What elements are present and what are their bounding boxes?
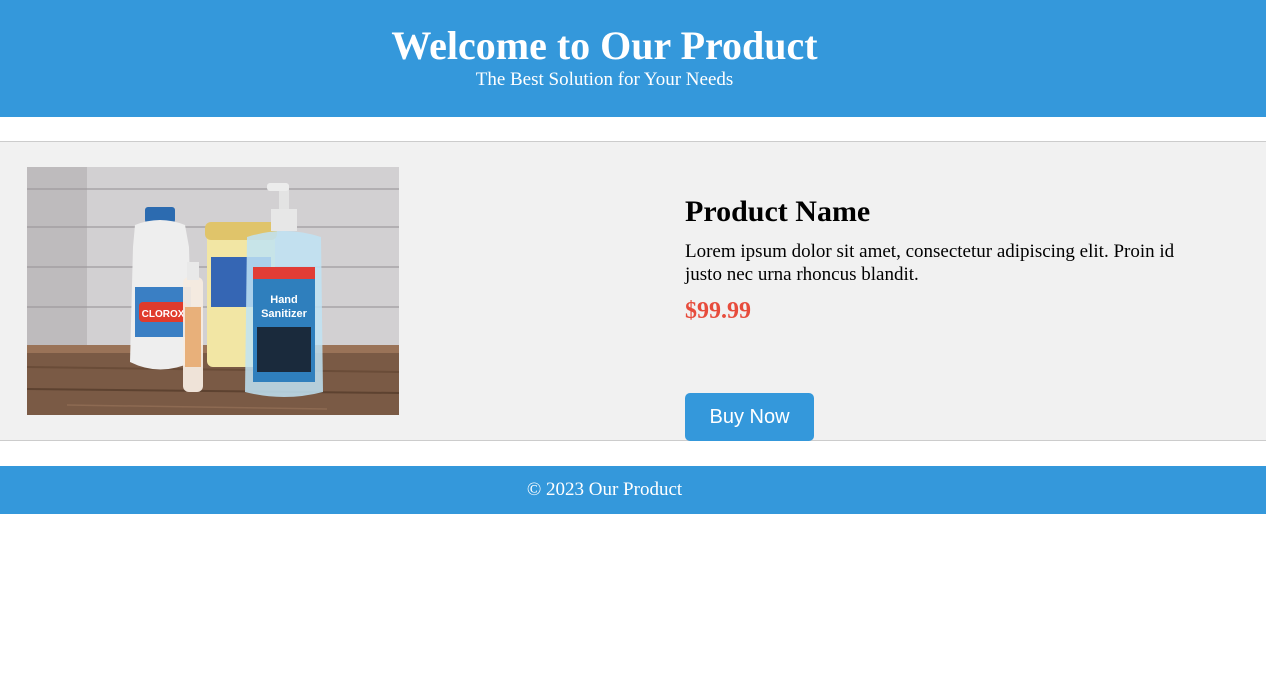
product-section: CLOROX Hand Sanitizer Product Name Lorem… <box>0 141 1266 441</box>
page-subtitle: The Best Solution for Your Needs <box>475 69 734 90</box>
svg-text:Sanitizer: Sanitizer <box>261 308 308 320</box>
svg-text:CLOROX: CLOROX <box>142 309 185 320</box>
product-image: CLOROX Hand Sanitizer <box>27 167 399 415</box>
site-footer: © 2023 Our Product <box>0 466 1266 514</box>
product-info: Product Name Lorem ipsum dolor sit amet,… <box>685 194 1185 441</box>
svg-text:Hand: Hand <box>270 294 298 306</box>
site-header: Welcome to Our Product The Best Solution… <box>0 0 1266 117</box>
product-description: Lorem ipsum dolor sit amet, consectetur … <box>685 241 1175 285</box>
product-price: $99.99 <box>685 298 751 324</box>
product-name: Product Name <box>685 195 871 228</box>
page-title: Welcome to Our Product <box>391 23 818 68</box>
buy-now-button[interactable]: Buy Now <box>685 393 814 441</box>
footer-copyright: © 2023 Our Product <box>526 479 683 500</box>
